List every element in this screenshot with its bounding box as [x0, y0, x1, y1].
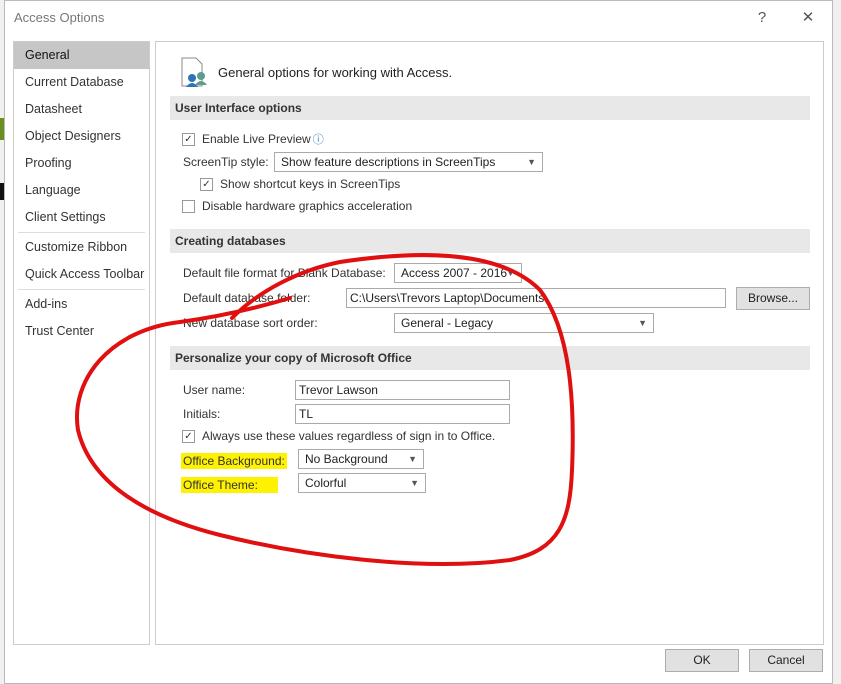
- nav-customize-ribbon[interactable]: Customize Ribbon: [14, 234, 149, 261]
- screentip-value: Show feature descriptions in ScreenTips: [281, 155, 496, 169]
- cancel-button[interactable]: Cancel: [749, 649, 823, 672]
- nav-quick-access-toolbar[interactable]: Quick Access Toolbar: [14, 261, 149, 288]
- checkbox-unchecked[interactable]: [182, 199, 195, 213]
- chevron-down-icon: ▼: [408, 454, 417, 464]
- shortcut-keys-checkbox[interactable]: ✓ Show shortcut keys in ScreenTips: [200, 177, 400, 191]
- nav-object-designers[interactable]: Object Designers: [14, 123, 149, 150]
- office-theme-value: Colorful: [305, 476, 347, 490]
- live-preview-checkbox[interactable]: ✓ Enable Live Preview ⓘ: [182, 131, 324, 147]
- disable-hw-label: Disable hardware graphics acceleration: [202, 199, 413, 213]
- general-panel: General options for working with Access.…: [155, 41, 824, 645]
- file-format-label: Default file format for Blank Database:: [183, 266, 386, 280]
- info-icon[interactable]: ⓘ: [313, 131, 324, 147]
- nav-divider: [18, 232, 145, 233]
- panel-header: General options for working with Access.: [180, 56, 452, 88]
- file-format-select[interactable]: Access 2007 - 2016 ▼: [394, 263, 522, 283]
- nav-datasheet[interactable]: Datasheet: [14, 96, 149, 123]
- section-personalize: Personalize your copy of Microsoft Offic…: [170, 346, 810, 370]
- chevron-down-icon: ▼: [506, 268, 515, 278]
- highlighted-label: Office Background:: [181, 453, 287, 469]
- nav-general[interactable]: General: [14, 42, 149, 69]
- initials-label: Initials:: [183, 407, 221, 421]
- office-theme-label: Office Theme:: [181, 477, 278, 493]
- general-options-icon: [181, 57, 207, 87]
- sort-order-value: General - Legacy: [401, 316, 494, 330]
- office-theme-select[interactable]: Colorful ▼: [298, 473, 426, 493]
- screentip-label: ScreenTip style:: [183, 155, 269, 169]
- nav-client-settings[interactable]: Client Settings: [14, 204, 149, 231]
- office-background-value: No Background: [305, 452, 388, 466]
- nav-language[interactable]: Language: [14, 177, 149, 204]
- always-use-checkbox[interactable]: ✓ Always use these values regardless of s…: [182, 429, 495, 443]
- file-format-value: Access 2007 - 2016: [401, 266, 508, 280]
- section-creating-databases: Creating databases: [170, 229, 810, 253]
- section-user-interface: User Interface options: [170, 96, 810, 120]
- chevron-down-icon: ▼: [638, 318, 647, 328]
- chevron-down-icon: ▼: [527, 157, 536, 167]
- db-folder-input[interactable]: C:\Users\Trevors Laptop\Documents\: [346, 288, 726, 308]
- always-use-label: Always use these values regardless of si…: [202, 429, 496, 443]
- chevron-down-icon: ▼: [410, 478, 419, 488]
- nav-add-ins[interactable]: Add-ins: [14, 291, 149, 318]
- nav-divider: [18, 289, 145, 290]
- nav-proofing[interactable]: Proofing: [14, 150, 149, 177]
- checkbox-checked[interactable]: ✓: [182, 132, 195, 146]
- panel-header-text: General options for working with Access.: [218, 64, 453, 80]
- ok-button[interactable]: OK: [665, 649, 739, 672]
- checkbox-checked[interactable]: ✓: [200, 177, 213, 191]
- db-folder-label: Default database folder:: [183, 291, 311, 305]
- user-name-input[interactable]: Trevor Lawson: [295, 380, 510, 400]
- screentip-select[interactable]: Show feature descriptions in ScreenTips ▼: [274, 152, 543, 172]
- options-nav: General Current Database Datasheet Objec…: [13, 41, 150, 645]
- disable-hw-checkbox[interactable]: Disable hardware graphics acceleration: [182, 199, 412, 213]
- nav-trust-center[interactable]: Trust Center: [14, 318, 149, 345]
- access-options-dialog: Access Options ? ✕ General Current Datab…: [4, 0, 833, 684]
- initials-input[interactable]: TL: [295, 404, 510, 424]
- user-name-label: User name:: [183, 383, 246, 397]
- checkbox-checked[interactable]: ✓: [182, 429, 195, 443]
- office-background-select[interactable]: No Background ▼: [298, 449, 424, 469]
- office-background-label: Office Background:: [181, 453, 287, 469]
- browse-button[interactable]: Browse...: [736, 287, 810, 310]
- dialog-title: Access Options: [14, 10, 105, 25]
- highlighted-label: Office Theme:: [181, 477, 278, 493]
- shortcut-keys-label: Show shortcut keys in ScreenTips: [220, 177, 401, 191]
- live-preview-label: Enable Live Preview: [202, 132, 311, 146]
- close-button[interactable]: ✕: [795, 6, 821, 30]
- nav-current-database[interactable]: Current Database: [14, 69, 149, 96]
- help-button[interactable]: ?: [749, 6, 775, 30]
- sort-order-select[interactable]: General - Legacy ▼: [394, 313, 654, 333]
- sort-order-label: New database sort order:: [183, 316, 318, 330]
